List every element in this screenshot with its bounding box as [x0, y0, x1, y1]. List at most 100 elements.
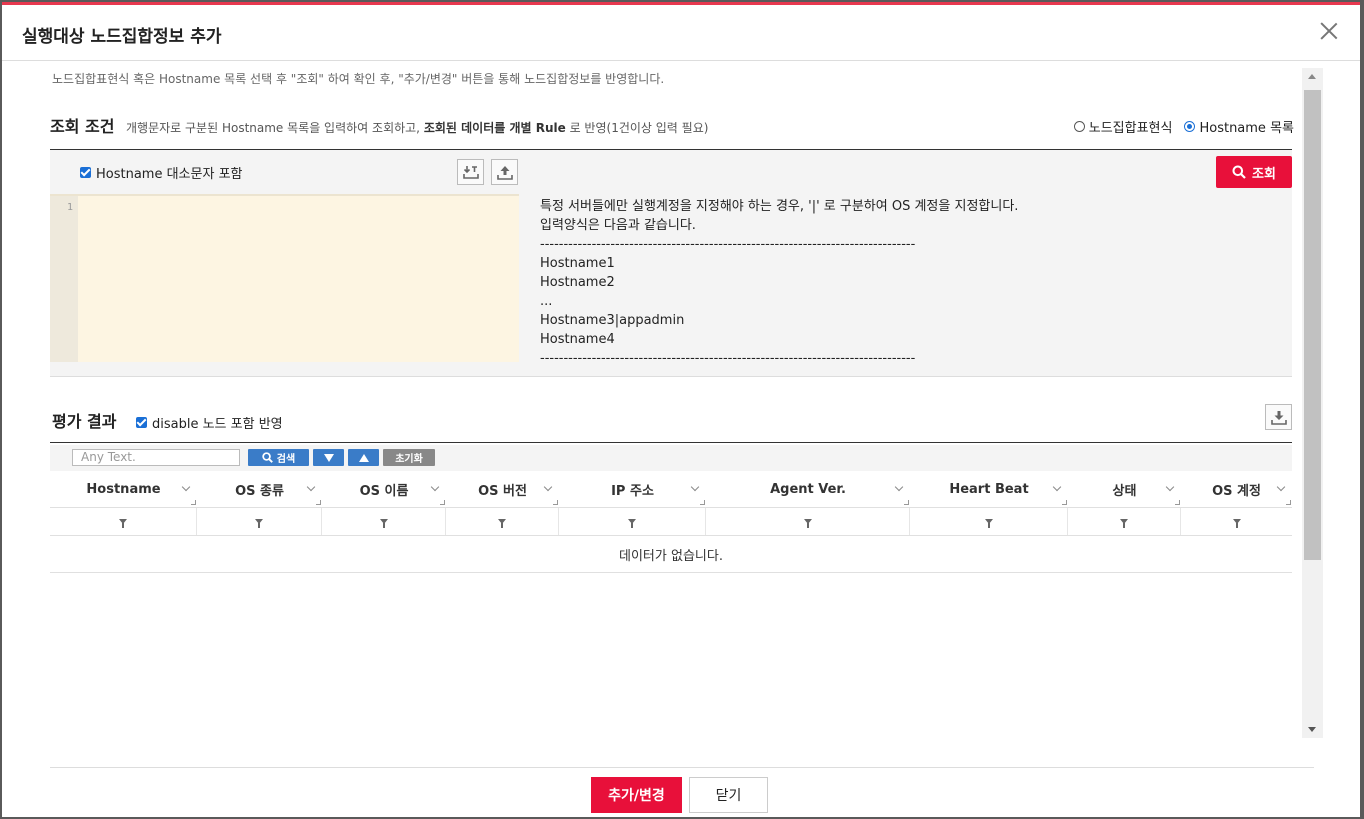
search-button-label: 조회 — [1252, 166, 1276, 182]
chevron-down-icon[interactable] — [430, 482, 440, 492]
radio-hostname-label: Hostname 목록 — [1199, 121, 1294, 136]
filter-icon[interactable] — [498, 519, 506, 528]
download-button[interactable] — [1265, 404, 1292, 430]
filter-icon[interactable] — [1232, 519, 1241, 528]
filter-hostname[interactable] — [50, 508, 197, 535]
arrow-up-icon — [358, 453, 369, 462]
radio-dot-selected — [1184, 121, 1196, 132]
condition-desc-prefix: 개행문자로 구분된 Hostname 목록을 입력하여 조회하고, — [126, 121, 424, 135]
close-icon[interactable] — [1318, 20, 1340, 42]
filter-os-name[interactable] — [322, 508, 446, 535]
grid-toolbar: Any Text. 검색 초기화 — [50, 445, 1292, 471]
filter-icon[interactable] — [803, 519, 812, 528]
case-checkbox-label: Hostname 대소문자 포함 — [96, 167, 243, 182]
column-label: OS 종류 — [235, 483, 284, 499]
chevron-down-icon[interactable] — [543, 482, 553, 492]
filter-os-account[interactable] — [1181, 508, 1292, 535]
filter-icon[interactable] — [119, 519, 127, 528]
mode-radio-group: 노드집합표현식 Hostname 목록 — [1073, 117, 1294, 136]
column-os-name[interactable]: OS 이름 — [322, 471, 446, 507]
column-os-version[interactable]: OS 버전 — [446, 471, 559, 507]
import-icon — [462, 166, 479, 179]
search-icon — [262, 452, 273, 463]
column-hostname[interactable]: Hostname — [50, 471, 197, 507]
chevron-down-icon[interactable] — [181, 482, 191, 492]
upload-button[interactable] — [491, 159, 518, 185]
resize-handle[interactable] — [440, 500, 445, 505]
filter-heart-beat[interactable] — [910, 508, 1068, 535]
filter-status[interactable] — [1068, 508, 1181, 535]
chevron-down-icon[interactable] — [1276, 482, 1286, 492]
grid-search-button[interactable]: 검색 — [248, 449, 309, 466]
footer-divider — [50, 767, 1314, 768]
condition-description: 개행문자로 구분된 Hostname 목록을 입력하여 조회하고, 조회된 데이… — [126, 119, 708, 136]
column-os-account[interactable]: OS 계정 — [1181, 471, 1292, 507]
reset-button[interactable]: 초기화 — [383, 449, 435, 466]
filter-agent-version[interactable] — [706, 508, 910, 535]
column-heart-beat[interactable]: Heart Beat — [910, 471, 1068, 507]
resize-handle[interactable] — [1175, 500, 1180, 505]
modal-body: 노드집합표현식 혹은 Hostname 목록 선택 후 "조회" 하여 확인 후… — [2, 62, 1324, 738]
filter-icon[interactable] — [1120, 519, 1128, 528]
download-icon — [1270, 411, 1287, 425]
column-label: Hostname — [86, 481, 161, 497]
resize-handle[interactable] — [553, 500, 558, 505]
filter-icon[interactable] — [255, 519, 263, 528]
vertical-scrollbar[interactable] — [1302, 68, 1323, 738]
chevron-down-icon[interactable] — [1052, 482, 1062, 492]
next-match-button[interactable] — [313, 449, 344, 466]
chevron-down-icon[interactable] — [1165, 482, 1175, 492]
resize-handle[interactable] — [700, 500, 705, 505]
search-button[interactable]: 조회 — [1216, 156, 1292, 188]
radio-hostname-list[interactable]: Hostname 목록 — [1184, 117, 1294, 136]
upload-icon — [496, 166, 513, 180]
disable-checkbox-label: disable 노드 포함 반영 — [152, 417, 283, 432]
scroll-down-icon[interactable] — [1308, 727, 1316, 732]
grid-header: Hostname OS 종류 OS 이름 OS 버전 IP 주소 Agent V… — [50, 471, 1292, 508]
column-os-type[interactable]: OS 종류 — [197, 471, 322, 507]
input-format-help: 특정 서버들에만 실행계정을 지정해야 하는 경우, '|' 로 구분하여 OS… — [540, 199, 1019, 366]
add-change-button[interactable]: 추가/변경 — [591, 777, 682, 813]
close-button[interactable]: 닫기 — [689, 777, 768, 813]
chevron-down-icon[interactable] — [894, 482, 904, 492]
column-label: 상태 — [1112, 483, 1137, 499]
filter-icon[interactable] — [984, 519, 993, 528]
prev-match-button[interactable] — [348, 449, 379, 466]
filter-ip-address[interactable] — [559, 508, 706, 535]
resize-handle[interactable] — [1286, 500, 1291, 505]
column-label: IP 주소 — [611, 483, 654, 499]
column-label: OS 이름 — [359, 483, 409, 499]
column-label: Heart Beat — [949, 481, 1029, 497]
line-number: 1 — [50, 196, 78, 362]
scrollbar-thumb[interactable] — [1304, 90, 1321, 560]
import-file-button[interactable] — [457, 159, 484, 185]
case-sensitive-checkbox[interactable]: Hostname 대소문자 포함 — [80, 163, 243, 182]
chevron-down-icon[interactable] — [690, 482, 700, 492]
chevron-down-icon[interactable] — [306, 482, 316, 492]
resize-handle[interactable] — [1062, 500, 1067, 505]
resize-handle[interactable] — [904, 500, 909, 505]
filter-icon[interactable] — [379, 519, 388, 528]
result-grid: Hostname OS 종류 OS 이름 OS 버전 IP 주소 Agent V… — [50, 471, 1292, 573]
resize-handle[interactable] — [191, 500, 196, 505]
column-ip-address[interactable]: IP 주소 — [559, 471, 706, 507]
modal-title: 실행대상 노드집합정보 추가 — [22, 27, 222, 47]
column-label: Agent Ver. — [770, 481, 846, 497]
resize-handle[interactable] — [316, 500, 321, 505]
result-title: 평가 결과 — [52, 412, 117, 431]
column-label: OS 버전 — [478, 483, 527, 499]
filter-os-version[interactable] — [446, 508, 559, 535]
filter-icon[interactable] — [628, 519, 636, 528]
scroll-up-icon[interactable] — [1308, 74, 1316, 79]
column-agent-version[interactable]: Agent Ver. — [706, 471, 910, 507]
grid-search-input[interactable]: Any Text. — [72, 449, 240, 466]
hostname-editor[interactable]: 1 — [50, 194, 519, 362]
checkbox-checked-icon — [80, 167, 91, 178]
grid-filter-row — [50, 508, 1292, 536]
radio-node-expression[interactable]: 노드집합표현식 — [1073, 117, 1172, 136]
disable-node-checkbox[interactable]: disable 노드 포함 반영 — [136, 413, 283, 432]
radio-dot — [1073, 121, 1085, 132]
column-status[interactable]: 상태 — [1068, 471, 1181, 507]
filter-os-type[interactable] — [197, 508, 322, 535]
search-icon — [1232, 165, 1246, 179]
